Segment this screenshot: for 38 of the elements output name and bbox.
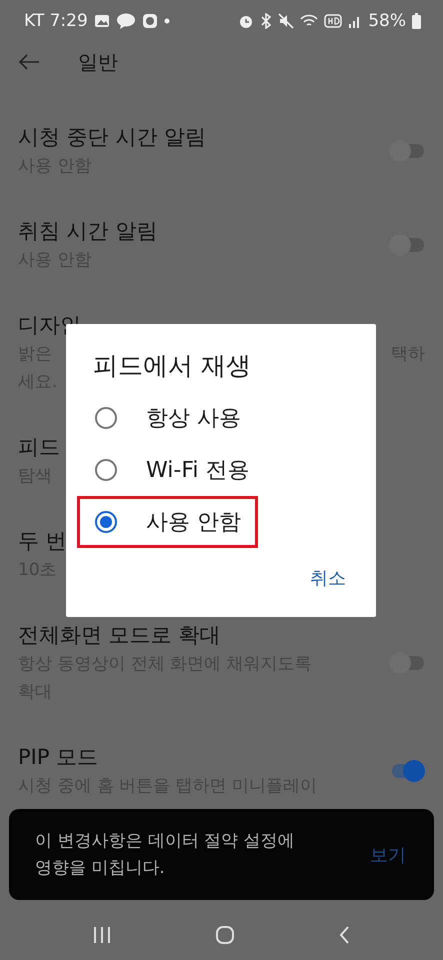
page-title: 일반 (78, 48, 118, 76)
radio-option[interactable]: Wi-Fi 전용 (77, 444, 266, 496)
battery-percent: 58% (368, 11, 406, 31)
alarm-icon (238, 13, 254, 29)
radio-unselected-icon (94, 406, 118, 430)
radio-option[interactable]: 항상 사용 (77, 392, 258, 444)
dialog-title: 피드에서 재생 (93, 350, 251, 382)
battery-icon (412, 13, 421, 29)
toggle-switch[interactable] (389, 232, 425, 258)
back-arrow-icon (18, 53, 40, 71)
radio-unselected-icon (94, 458, 118, 482)
back-button[interactable] (338, 925, 352, 945)
setting-title: 두 번 (18, 528, 67, 555)
status-time: KT 7:29 (24, 11, 88, 31)
home-icon (214, 925, 234, 945)
bluetooth-icon (260, 13, 272, 29)
hd-icon (324, 14, 342, 28)
setting-title: 피드 (18, 434, 60, 461)
home-button[interactable] (214, 925, 234, 945)
recent-apps-button[interactable] (92, 925, 112, 945)
setting-title: PIP 모드 (18, 744, 98, 771)
snackbar-message: 이 변경사항은 데이터 절약 설정에 영향을 미칩니다. (35, 830, 296, 880)
setting-title: 시청 중단 시간 알림 (18, 124, 206, 151)
message-icon (142, 13, 158, 29)
cancel-button[interactable]: 취소 (306, 560, 350, 596)
radio-selected-icon (94, 510, 118, 534)
back-icon (338, 925, 352, 945)
recent-apps-icon (92, 925, 112, 945)
setting-title: 전체화면 모드로 확대 (18, 622, 220, 649)
chat-bubble-icon (116, 13, 136, 29)
toggle-switch[interactable] (389, 650, 425, 676)
toggle-switch[interactable] (389, 138, 425, 164)
back-button[interactable] (18, 53, 40, 71)
radio-option[interactable]: 사용 안함 (77, 496, 258, 548)
gallery-icon (94, 13, 110, 29)
notification-dot-icon (164, 18, 170, 24)
setting-title: 취침 시간 알림 (18, 218, 158, 245)
mute-icon (278, 13, 294, 29)
